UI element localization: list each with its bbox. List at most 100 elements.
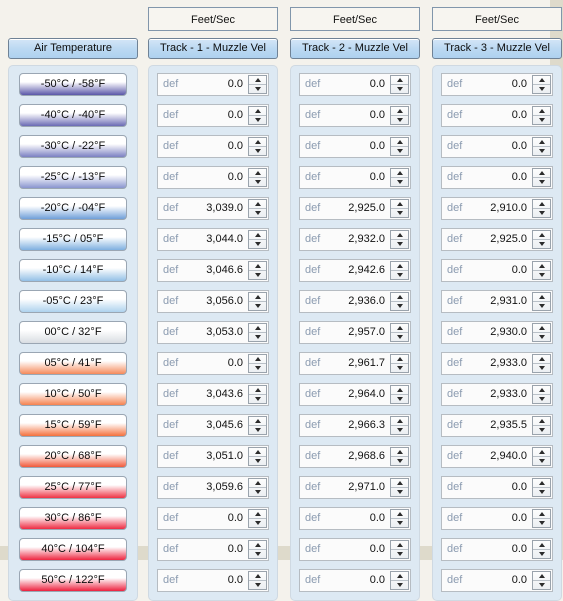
spinner-control[interactable] bbox=[532, 447, 551, 466]
muzzle-velocity-input[interactable]: def 2,966.3 bbox=[299, 414, 411, 437]
spinner-control[interactable] bbox=[532, 354, 551, 373]
temperature-button[interactable]: 25°C / 77°F bbox=[19, 476, 127, 499]
muzzle-velocity-value[interactable]: 0.0 bbox=[191, 74, 248, 95]
muzzle-velocity-value[interactable]: 0.0 bbox=[191, 539, 248, 560]
spinner-control[interactable] bbox=[248, 261, 267, 280]
muzzle-velocity-input[interactable]: def 0.0 bbox=[441, 476, 553, 499]
chevron-down-icon[interactable] bbox=[391, 363, 408, 372]
muzzle-velocity-input[interactable]: def 3,046.6 bbox=[157, 259, 269, 282]
muzzle-velocity-value[interactable]: 2,931.0 bbox=[475, 291, 532, 312]
spinner-control[interactable] bbox=[248, 385, 267, 404]
muzzle-velocity-value[interactable]: 0.0 bbox=[191, 136, 248, 157]
muzzle-velocity-input[interactable]: def 0.0 bbox=[441, 507, 553, 530]
spinner-control[interactable] bbox=[248, 137, 267, 156]
muzzle-velocity-value[interactable]: 2,942.6 bbox=[333, 260, 390, 281]
chevron-down-icon[interactable] bbox=[249, 580, 266, 589]
muzzle-velocity-input[interactable]: def 2,940.0 bbox=[441, 445, 553, 468]
chevron-down-icon[interactable] bbox=[391, 239, 408, 248]
chevron-down-icon[interactable] bbox=[391, 456, 408, 465]
chevron-up-icon[interactable] bbox=[533, 293, 550, 301]
muzzle-velocity-input[interactable]: def 0.0 bbox=[441, 166, 553, 189]
chevron-up-icon[interactable] bbox=[391, 386, 408, 394]
chevron-down-icon[interactable] bbox=[533, 549, 550, 558]
chevron-up-icon[interactable] bbox=[391, 572, 408, 580]
chevron-up-icon[interactable] bbox=[249, 355, 266, 363]
muzzle-velocity-value[interactable]: 0.0 bbox=[475, 539, 532, 560]
muzzle-velocity-value[interactable]: 2,957.0 bbox=[333, 322, 390, 343]
chevron-down-icon[interactable] bbox=[249, 239, 266, 248]
temperature-button[interactable]: -15°C / 05°F bbox=[19, 228, 127, 251]
muzzle-velocity-value[interactable]: 2,933.0 bbox=[475, 353, 532, 374]
chevron-down-icon[interactable] bbox=[533, 425, 550, 434]
chevron-up-icon[interactable] bbox=[533, 262, 550, 270]
spinner-control[interactable] bbox=[532, 168, 551, 187]
chevron-down-icon[interactable] bbox=[533, 115, 550, 124]
chevron-up-icon[interactable] bbox=[391, 76, 408, 84]
temperature-button[interactable]: 40°C / 104°F bbox=[19, 538, 127, 561]
spinner-control[interactable] bbox=[532, 137, 551, 156]
spinner-control[interactable] bbox=[532, 261, 551, 280]
chevron-up-icon[interactable] bbox=[249, 169, 266, 177]
chevron-up-icon[interactable] bbox=[533, 107, 550, 115]
spinner-control[interactable] bbox=[248, 168, 267, 187]
temperature-button[interactable]: 50°C / 122°F bbox=[19, 569, 127, 592]
spinner-control[interactable] bbox=[532, 540, 551, 559]
muzzle-velocity-value[interactable]: 0.0 bbox=[333, 508, 390, 529]
muzzle-velocity-input[interactable]: def 0.0 bbox=[157, 166, 269, 189]
muzzle-velocity-value[interactable]: 0.0 bbox=[191, 167, 248, 188]
spinner-control[interactable] bbox=[390, 447, 409, 466]
muzzle-velocity-input[interactable]: def 0.0 bbox=[299, 135, 411, 158]
muzzle-velocity-input[interactable]: def 0.0 bbox=[299, 569, 411, 592]
chevron-down-icon[interactable] bbox=[533, 239, 550, 248]
spinner-control[interactable] bbox=[390, 323, 409, 342]
muzzle-velocity-input[interactable]: def 2,910.0 bbox=[441, 197, 553, 220]
chevron-up-icon[interactable] bbox=[391, 448, 408, 456]
spinner-control[interactable] bbox=[390, 416, 409, 435]
column-header-air-temperature[interactable]: Air Temperature bbox=[8, 38, 138, 59]
chevron-down-icon[interactable] bbox=[391, 301, 408, 310]
spinner-control[interactable] bbox=[532, 75, 551, 94]
muzzle-velocity-input[interactable]: def 3,056.0 bbox=[157, 290, 269, 313]
spinner-control[interactable] bbox=[532, 323, 551, 342]
muzzle-velocity-input[interactable]: def 0.0 bbox=[157, 352, 269, 375]
chevron-down-icon[interactable] bbox=[391, 332, 408, 341]
temperature-button[interactable]: -30°C / -22°F bbox=[19, 135, 127, 158]
chevron-down-icon[interactable] bbox=[249, 146, 266, 155]
chevron-up-icon[interactable] bbox=[249, 448, 266, 456]
muzzle-velocity-input[interactable]: def 3,059.6 bbox=[157, 476, 269, 499]
muzzle-velocity-input[interactable]: def 3,053.0 bbox=[157, 321, 269, 344]
muzzle-velocity-value[interactable]: 3,045.6 bbox=[191, 415, 248, 436]
spinner-control[interactable] bbox=[248, 478, 267, 497]
spinner-control[interactable] bbox=[532, 509, 551, 528]
muzzle-velocity-value[interactable]: 2,925.0 bbox=[333, 198, 390, 219]
chevron-up-icon[interactable] bbox=[533, 138, 550, 146]
muzzle-velocity-input[interactable]: def 2,930.0 bbox=[441, 321, 553, 344]
muzzle-velocity-input[interactable]: def 3,045.6 bbox=[157, 414, 269, 437]
muzzle-velocity-value[interactable]: 2,940.0 bbox=[475, 446, 532, 467]
chevron-up-icon[interactable] bbox=[533, 479, 550, 487]
chevron-down-icon[interactable] bbox=[533, 580, 550, 589]
chevron-down-icon[interactable] bbox=[249, 115, 266, 124]
spinner-control[interactable] bbox=[390, 261, 409, 280]
chevron-up-icon[interactable] bbox=[533, 231, 550, 239]
temperature-button[interactable]: -25°C / -13°F bbox=[19, 166, 127, 189]
muzzle-velocity-input[interactable]: def 0.0 bbox=[299, 104, 411, 127]
muzzle-velocity-input[interactable]: def 0.0 bbox=[441, 538, 553, 561]
muzzle-velocity-value[interactable]: 0.0 bbox=[475, 570, 532, 591]
chevron-up-icon[interactable] bbox=[533, 386, 550, 394]
muzzle-velocity-input[interactable]: def 3,051.0 bbox=[157, 445, 269, 468]
muzzle-velocity-input[interactable]: def 2,925.0 bbox=[441, 228, 553, 251]
chevron-down-icon[interactable] bbox=[249, 518, 266, 527]
muzzle-velocity-input[interactable]: def 0.0 bbox=[299, 507, 411, 530]
muzzle-velocity-value[interactable]: 3,044.0 bbox=[191, 229, 248, 250]
chevron-up-icon[interactable] bbox=[391, 138, 408, 146]
chevron-down-icon[interactable] bbox=[533, 146, 550, 155]
muzzle-velocity-value[interactable]: 3,043.6 bbox=[191, 384, 248, 405]
chevron-up-icon[interactable] bbox=[533, 200, 550, 208]
chevron-down-icon[interactable] bbox=[391, 84, 408, 93]
muzzle-velocity-input[interactable]: def 2,942.6 bbox=[299, 259, 411, 282]
chevron-down-icon[interactable] bbox=[249, 487, 266, 496]
chevron-up-icon[interactable] bbox=[391, 169, 408, 177]
chevron-up-icon[interactable] bbox=[391, 417, 408, 425]
muzzle-velocity-value[interactable]: 0.0 bbox=[475, 167, 532, 188]
